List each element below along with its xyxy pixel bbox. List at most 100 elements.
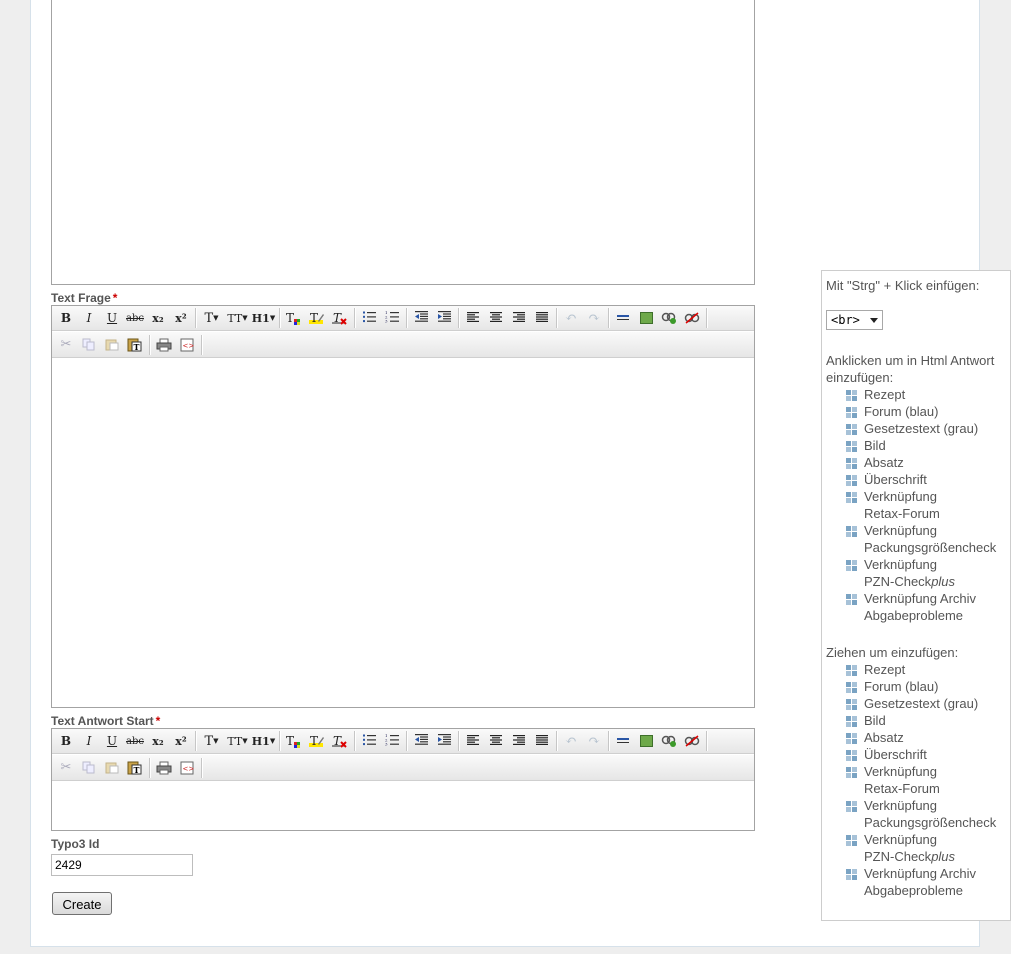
list-item-label-emphasis: plus — [931, 849, 956, 864]
undo-button[interactable]: ↶ — [560, 731, 582, 751]
insert-template-item[interactable]: Rezept — [846, 661, 1008, 678]
horizontal-rule-button[interactable] — [612, 308, 634, 328]
cut-button[interactable]: ✂ — [55, 335, 77, 355]
br-select[interactable]: <br> — [826, 310, 883, 330]
redo-button[interactable]: ↷ — [583, 308, 605, 328]
toolbar-separator — [354, 308, 356, 328]
insert-link-button[interactable] — [658, 731, 680, 751]
align-left-button[interactable] — [462, 308, 484, 328]
insert-template-item[interactable]: Verknüpfung Retax-Forum — [846, 763, 1008, 797]
copy-button[interactable] — [78, 335, 100, 355]
align-center-button[interactable] — [485, 308, 507, 328]
template-block-icon — [846, 716, 857, 727]
heading-button[interactable]: H1 ▼ — [251, 308, 276, 328]
numbered-list-button[interactable]: 123 — [381, 308, 403, 328]
strikethrough-button[interactable]: abc — [124, 731, 146, 751]
insert-template-item[interactable]: Gesetzestext (grau) — [846, 695, 1008, 712]
subscript-button[interactable]: x₂ — [147, 308, 169, 328]
paste-button[interactable] — [101, 335, 123, 355]
outdent-button[interactable] — [410, 308, 432, 328]
subscript-button[interactable]: x₂ — [147, 731, 169, 751]
horizontal-rule-button[interactable] — [612, 731, 634, 751]
insert-template-item[interactable]: Bild — [846, 712, 1008, 729]
strikethrough-button[interactable]: abc — [124, 308, 146, 328]
superscript-button[interactable]: x² — [170, 308, 192, 328]
bold-button[interactable]: B — [55, 731, 77, 751]
align-right-button[interactable] — [508, 308, 530, 328]
align-right-icon — [512, 734, 526, 749]
paste-button[interactable] — [101, 758, 123, 778]
insert-template-item[interactable]: Forum (blau) — [846, 403, 1008, 420]
italic-button[interactable]: I — [78, 308, 100, 328]
remove-link-button[interactable] — [681, 731, 703, 751]
insert-template-item[interactable]: Verknüpfung Archiv Abgabeprobleme — [846, 590, 1008, 624]
insert-template-item[interactable]: Verknüpfung PZN-Checkplus — [846, 831, 1008, 865]
insert-template-item[interactable]: Verknüpfung Packungsgrößencheck — [846, 522, 1008, 556]
insert-template-item[interactable]: Gesetzestext (grau) — [846, 420, 1008, 437]
insert-template-item[interactable]: Verknüpfung PZN-Checkplus — [846, 556, 1008, 590]
underline-button[interactable]: U — [101, 731, 123, 751]
editor-content-area[interactable] — [52, 358, 754, 707]
insert-template-item[interactable]: Forum (blau) — [846, 678, 1008, 695]
text-color-button[interactable]: T — [283, 308, 305, 328]
remove-format-icon: T — [332, 734, 347, 748]
editor-content-area[interactable] — [52, 781, 754, 830]
copy-button[interactable] — [78, 758, 100, 778]
redo-button[interactable]: ↷ — [583, 731, 605, 751]
italic-button[interactable]: I — [78, 731, 100, 751]
font-size-button[interactable]: T ▼ — [199, 731, 224, 751]
remove-link-button[interactable] — [681, 308, 703, 328]
font-family-button[interactable]: TT ▼ — [225, 731, 250, 751]
previous-editor-content-area[interactable] — [51, 0, 755, 285]
template-block-icon — [846, 750, 857, 761]
heading-button[interactable]: H1 ▼ — [251, 731, 276, 751]
align-center-button[interactable] — [485, 731, 507, 751]
copy-icon — [82, 338, 95, 351]
source-code-button[interactable]: <> — [176, 758, 198, 778]
paste-text-button[interactable]: T — [124, 335, 146, 355]
indent-button[interactable] — [433, 308, 455, 328]
bullet-list-button[interactable] — [358, 731, 380, 751]
insert-template-item[interactable]: Überschrift — [846, 746, 1008, 763]
source-code-button[interactable]: <> — [176, 335, 198, 355]
align-left-button[interactable] — [462, 731, 484, 751]
superscript-button[interactable]: x² — [170, 731, 192, 751]
align-right-button[interactable] — [508, 731, 530, 751]
highlight-button[interactable]: T — [306, 731, 328, 751]
insert-template-item[interactable]: Rezept — [846, 386, 1008, 403]
insert-template-item[interactable]: Überschrift — [846, 471, 1008, 488]
print-button[interactable] — [153, 758, 175, 778]
outdent-button[interactable] — [410, 731, 432, 751]
paste-text-button[interactable]: T — [124, 758, 146, 778]
insert-template-item[interactable]: Verknüpfung Retax-Forum — [846, 488, 1008, 522]
font-family-button[interactable]: TT ▼ — [225, 308, 250, 328]
typo3-id-input[interactable] — [51, 854, 193, 876]
highlight-button[interactable]: T — [306, 308, 328, 328]
insert-link-button[interactable] — [658, 308, 680, 328]
align-justify-button[interactable] — [531, 308, 553, 328]
align-left-icon — [466, 734, 480, 749]
insert-template-item[interactable]: Verknüpfung Packungsgrößencheck — [846, 797, 1008, 831]
insert-image-button[interactable] — [635, 308, 657, 328]
align-justify-button[interactable] — [531, 731, 553, 751]
create-button[interactable]: Create — [52, 892, 112, 915]
font-size-button[interactable]: T ▼ — [199, 308, 224, 328]
bold-button[interactable]: B — [55, 308, 77, 328]
insert-template-item[interactable]: Absatz — [846, 729, 1008, 746]
insert-template-item[interactable]: Absatz — [846, 454, 1008, 471]
print-button[interactable] — [153, 335, 175, 355]
underline-button[interactable]: U — [101, 308, 123, 328]
indent-button[interactable] — [433, 731, 455, 751]
undo-button[interactable]: ↶ — [560, 308, 582, 328]
numbered-list-button[interactable]: 123 — [381, 731, 403, 751]
list-item-label-line2: Abgabeprobleme — [864, 883, 964, 898]
text-color-button[interactable]: T — [283, 731, 305, 751]
remove-format-icon: T — [332, 311, 347, 325]
insert-template-item[interactable]: Bild — [846, 437, 1008, 454]
insert-template-item[interactable]: Verknüpfung Archiv Abgabeprobleme — [846, 865, 1008, 899]
bullet-list-button[interactable] — [358, 308, 380, 328]
cut-button[interactable]: ✂ — [55, 758, 77, 778]
remove-format-button[interactable]: T — [329, 308, 351, 328]
insert-image-button[interactable] — [635, 731, 657, 751]
remove-format-button[interactable]: T — [329, 731, 351, 751]
